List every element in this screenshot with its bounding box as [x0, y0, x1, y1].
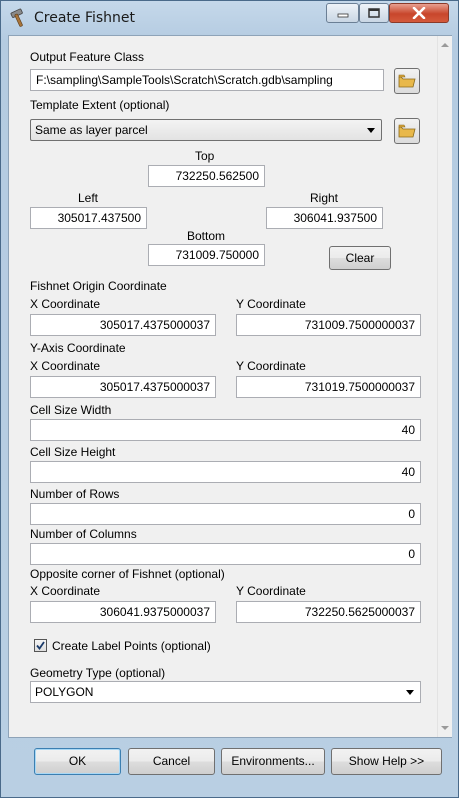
scroll-up-icon[interactable] [441, 43, 449, 47]
extent-left-input[interactable]: 305017.437500 [30, 207, 147, 229]
label-points-checkbox[interactable] [34, 639, 47, 652]
maximize-icon [368, 8, 380, 18]
output-feature-class-label: Output Feature Class [30, 50, 145, 64]
scroll-down-icon[interactable] [441, 726, 449, 730]
cell-width-input[interactable]: 40 [30, 419, 421, 441]
create-fishnet-dialog: Create Fishnet Output Feature Class F:\s… [0, 0, 459, 798]
show-help-button[interactable]: Show Help >> [331, 748, 442, 775]
maximize-button[interactable] [359, 3, 389, 23]
chevron-down-icon [406, 690, 414, 695]
columns-input[interactable]: 0 [30, 543, 421, 565]
opposite-label: Opposite corner of Fishnet (optional) [30, 567, 225, 581]
chevron-down-icon [367, 128, 375, 133]
extent-left-label: Left [78, 191, 99, 205]
minimize-button[interactable] [326, 3, 359, 23]
y-axis-x-input[interactable]: 305017.4375000037 [30, 376, 216, 398]
opposite-x-input[interactable]: 306041.9375000037 [30, 601, 216, 623]
columns-label: Number of Columns [30, 527, 137, 541]
hammer-icon [10, 8, 23, 27]
cell-height-input[interactable]: 40 [30, 461, 421, 483]
template-browse-button[interactable] [394, 118, 420, 144]
output-feature-class-input[interactable]: F:\sampling\SampleTools\Scratch\Scratch.… [30, 69, 384, 91]
extent-bottom-input[interactable]: 731009.750000 [148, 244, 265, 266]
output-browse-button[interactable] [394, 68, 420, 94]
close-button[interactable] [389, 3, 449, 23]
extent-bottom-label: Bottom [187, 229, 226, 243]
origin-x-input[interactable]: 305017.4375000037 [30, 314, 216, 336]
cell-width-label: Cell Size Width [30, 403, 112, 417]
ok-button[interactable]: OK [34, 748, 121, 775]
template-extent-selected: Same as layer parcel [35, 123, 148, 137]
origin-label: Fishnet Origin Coordinate [30, 279, 167, 293]
dialog-body: Output Feature Class F:\sampling\SampleT… [8, 35, 452, 738]
template-extent-dropdown[interactable]: Same as layer parcel [30, 119, 382, 141]
y-axis-y-label: Y Coordinate [236, 359, 306, 373]
rows-label: Number of Rows [30, 487, 120, 501]
extent-top-label: Top [195, 149, 215, 163]
cell-height-label: Cell Size Height [30, 445, 116, 459]
clear-button[interactable]: Clear [329, 246, 391, 270]
y-axis-y-input[interactable]: 731019.7500000037 [236, 376, 421, 398]
geometry-type-selected: POLYGON [35, 685, 94, 699]
label-points-label: Create Label Points (optional) [52, 639, 211, 653]
extent-right-label: Right [310, 191, 339, 205]
minimize-icon [337, 13, 348, 18]
template-extent-label: Template Extent (optional) [30, 98, 170, 112]
geometry-type-label: Geometry Type (optional) [30, 666, 166, 680]
y-axis-label: Y-Axis Coordinate [30, 341, 126, 355]
opposite-y-input[interactable]: 732250.5625000037 [236, 601, 421, 623]
rows-input[interactable]: 0 [30, 503, 421, 525]
extent-top-input[interactable]: 732250.562500 [148, 165, 265, 187]
folder-icon [398, 74, 416, 88]
vertical-scrollbar[interactable] [437, 36, 452, 737]
origin-y-label: Y Coordinate [236, 297, 306, 311]
opposite-y-label: Y Coordinate [236, 584, 306, 598]
extent-right-input[interactable]: 306041.937500 [266, 207, 383, 229]
cancel-button[interactable]: Cancel [128, 748, 215, 775]
geometry-type-dropdown[interactable]: POLYGON [30, 681, 421, 703]
folder-icon [398, 124, 416, 138]
opposite-x-label: X Coordinate [30, 584, 101, 598]
y-axis-x-label: X Coordinate [30, 359, 101, 373]
origin-x-label: X Coordinate [30, 297, 101, 311]
window-title: Create Fishnet [34, 10, 136, 26]
environments-button[interactable]: Environments... [221, 748, 325, 775]
title-bar: Create Fishnet [1, 1, 458, 35]
close-icon [412, 7, 426, 19]
origin-y-input[interactable]: 731009.7500000037 [236, 314, 421, 336]
checkmark-icon [36, 641, 45, 650]
